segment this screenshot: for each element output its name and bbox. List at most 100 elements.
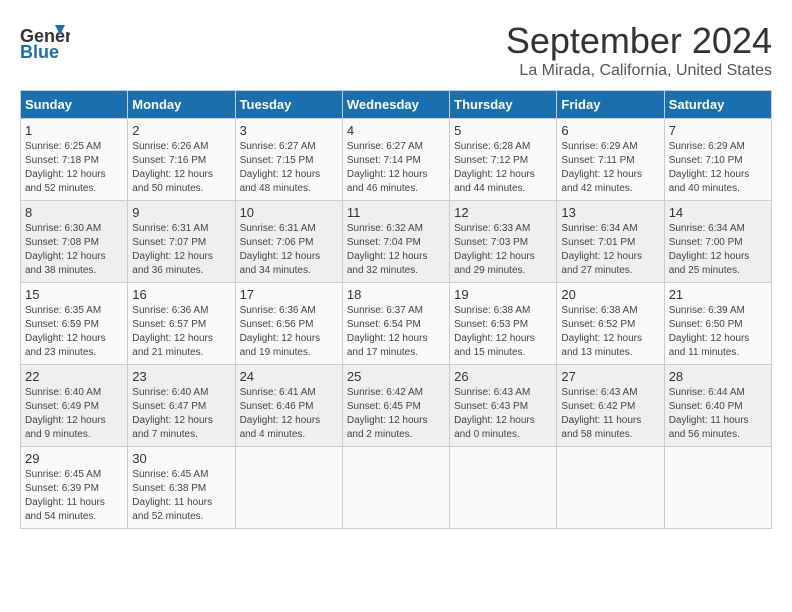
day-number: 4 (347, 123, 445, 138)
day-cell: 19 Sunrise: 6:38 AM Sunset: 6:53 PM Dayli… (450, 283, 557, 365)
day-info: Sunrise: 6:27 AM Sunset: 7:14 PM Dayligh… (347, 140, 445, 196)
day-number: 21 (669, 287, 767, 302)
day-number: 3 (240, 123, 338, 138)
day-number: 15 (25, 287, 123, 302)
day-info: Sunrise: 6:36 AM Sunset: 6:57 PM Dayligh… (132, 304, 230, 360)
day-number: 24 (240, 369, 338, 384)
day-info: Sunrise: 6:40 AM Sunset: 6:49 PM Dayligh… (25, 386, 123, 442)
day-info: Sunrise: 6:25 AM Sunset: 7:18 PM Dayligh… (25, 140, 123, 196)
day-info: Sunrise: 6:31 AM Sunset: 7:06 PM Dayligh… (240, 222, 338, 278)
day-cell: 3 Sunrise: 6:27 AM Sunset: 7:15 PM Daylig… (235, 119, 342, 201)
header-cell-thursday: Thursday (450, 91, 557, 119)
day-info: Sunrise: 6:34 AM Sunset: 7:01 PM Dayligh… (561, 222, 659, 278)
day-number: 7 (669, 123, 767, 138)
day-info: Sunrise: 6:43 AM Sunset: 6:42 PM Dayligh… (561, 386, 659, 442)
day-number: 25 (347, 369, 445, 384)
day-cell: 28 Sunrise: 6:44 AM Sunset: 6:40 PM Dayli… (664, 365, 771, 447)
day-info: Sunrise: 6:43 AM Sunset: 6:43 PM Dayligh… (454, 386, 552, 442)
day-info: Sunrise: 6:38 AM Sunset: 6:53 PM Dayligh… (454, 304, 552, 360)
day-cell: 11 Sunrise: 6:32 AM Sunset: 7:04 PM Dayli… (342, 201, 449, 283)
day-info: Sunrise: 6:44 AM Sunset: 6:40 PM Dayligh… (669, 386, 767, 442)
day-cell: 8 Sunrise: 6:30 AM Sunset: 7:08 PM Daylig… (21, 201, 128, 283)
day-number: 22 (25, 369, 123, 384)
day-number: 8 (25, 205, 123, 220)
day-number: 5 (454, 123, 552, 138)
day-number: 23 (132, 369, 230, 384)
calendar-body: 1 Sunrise: 6:25 AM Sunset: 7:18 PM Daylig… (21, 119, 772, 529)
day-cell: 5 Sunrise: 6:28 AM Sunset: 7:12 PM Daylig… (450, 119, 557, 201)
header-cell-saturday: Saturday (664, 91, 771, 119)
day-cell (450, 447, 557, 529)
day-number: 17 (240, 287, 338, 302)
day-cell: 9 Sunrise: 6:31 AM Sunset: 7:07 PM Daylig… (128, 201, 235, 283)
day-cell: 2Sunrise: 6:26 AM Sunset: 7:16 PM Daylig… (128, 119, 235, 201)
day-info: Sunrise: 6:32 AM Sunset: 7:04 PM Dayligh… (347, 222, 445, 278)
day-cell: 23Sunrise: 6:40 AM Sunset: 6:47 PM Dayli… (128, 365, 235, 447)
day-cell: 16 Sunrise: 6:36 AM Sunset: 6:57 PM Dayli… (128, 283, 235, 365)
calendar-header: SundayMondayTuesdayWednesdayThursdayFrid… (21, 91, 772, 119)
day-info: Sunrise: 6:45 AM Sunset: 6:38 PM Dayligh… (132, 468, 230, 524)
day-number: 13 (561, 205, 659, 220)
day-number: 11 (347, 205, 445, 220)
day-info: Sunrise: 6:33 AM Sunset: 7:03 PM Dayligh… (454, 222, 552, 278)
header-cell-sunday: Sunday (21, 91, 128, 119)
day-cell: 14 Sunrise: 6:34 AM Sunset: 7:00 PM Dayli… (664, 201, 771, 283)
day-cell: 24Sunrise: 6:41 AM Sunset: 6:46 PM Dayli… (235, 365, 342, 447)
day-cell: 6Sunrise: 6:29 AM Sunset: 7:11 PM Daylig… (557, 119, 664, 201)
day-number: 1 (25, 123, 123, 138)
day-info: Sunrise: 6:29 AM Sunset: 7:11 PM Dayligh… (561, 140, 659, 196)
day-number: 19 (454, 287, 552, 302)
day-cell: 15 Sunrise: 6:35 AM Sunset: 6:59 PM Dayli… (21, 283, 128, 365)
header-cell-friday: Friday (557, 91, 664, 119)
day-number: 12 (454, 205, 552, 220)
day-number: 18 (347, 287, 445, 302)
month-title: September 2024 (506, 20, 772, 62)
day-info: Sunrise: 6:29 AM Sunset: 7:10 PM Dayligh… (669, 140, 767, 196)
day-number: 14 (669, 205, 767, 220)
day-number: 9 (132, 205, 230, 220)
day-number: 28 (669, 369, 767, 384)
day-info: Sunrise: 6:30 AM Sunset: 7:08 PM Dayligh… (25, 222, 123, 278)
week-row-5: 29Sunrise: 6:45 AM Sunset: 6:39 PM Dayli… (21, 447, 772, 529)
day-cell: 26Sunrise: 6:43 AM Sunset: 6:43 PM Dayli… (450, 365, 557, 447)
day-cell: 17Sunrise: 6:36 AM Sunset: 6:56 PM Dayli… (235, 283, 342, 365)
day-cell: 21Sunrise: 6:39 AM Sunset: 6:50 PM Dayli… (664, 283, 771, 365)
week-row-3: 15 Sunrise: 6:35 AM Sunset: 6:59 PM Dayli… (21, 283, 772, 365)
day-cell: 10Sunrise: 6:31 AM Sunset: 7:06 PM Dayli… (235, 201, 342, 283)
day-number: 20 (561, 287, 659, 302)
header-row: SundayMondayTuesdayWednesdayThursdayFrid… (21, 91, 772, 119)
day-cell: 25 Sunrise: 6:42 AM Sunset: 6:45 PM Dayli… (342, 365, 449, 447)
logo: General Blue (20, 20, 70, 60)
header-cell-tuesday: Tuesday (235, 91, 342, 119)
day-info: Sunrise: 6:28 AM Sunset: 7:12 PM Dayligh… (454, 140, 552, 196)
day-cell: 18 Sunrise: 6:37 AM Sunset: 6:54 PM Dayli… (342, 283, 449, 365)
day-cell: 27 Sunrise: 6:43 AM Sunset: 6:42 PM Dayli… (557, 365, 664, 447)
day-info: Sunrise: 6:42 AM Sunset: 6:45 PM Dayligh… (347, 386, 445, 442)
day-info: Sunrise: 6:35 AM Sunset: 6:59 PM Dayligh… (25, 304, 123, 360)
week-row-4: 22 Sunrise: 6:40 AM Sunset: 6:49 PM Dayli… (21, 365, 772, 447)
day-info: Sunrise: 6:34 AM Sunset: 7:00 PM Dayligh… (669, 222, 767, 278)
logo-icon: General Blue (20, 20, 70, 60)
header-cell-wednesday: Wednesday (342, 91, 449, 119)
day-info: Sunrise: 6:37 AM Sunset: 6:54 PM Dayligh… (347, 304, 445, 360)
day-info: Sunrise: 6:45 AM Sunset: 6:39 PM Dayligh… (25, 468, 123, 524)
header-cell-monday: Monday (128, 91, 235, 119)
day-cell (664, 447, 771, 529)
day-info: Sunrise: 6:38 AM Sunset: 6:52 PM Dayligh… (561, 304, 659, 360)
title-area: September 2024 La Mirada, California, Un… (506, 20, 772, 80)
day-cell: 7 Sunrise: 6:29 AM Sunset: 7:10 PM Daylig… (664, 119, 771, 201)
day-number: 2 (132, 123, 230, 138)
day-number: 16 (132, 287, 230, 302)
location-title: La Mirada, California, United States (506, 62, 772, 80)
week-row-1: 1 Sunrise: 6:25 AM Sunset: 7:18 PM Daylig… (21, 119, 772, 201)
day-number: 27 (561, 369, 659, 384)
day-cell: 30 Sunrise: 6:45 AM Sunset: 6:38 PM Dayli… (128, 447, 235, 529)
day-info: Sunrise: 6:27 AM Sunset: 7:15 PM Dayligh… (240, 140, 338, 196)
day-cell (235, 447, 342, 529)
day-cell: 20 Sunrise: 6:38 AM Sunset: 6:52 PM Dayli… (557, 283, 664, 365)
svg-text:Blue: Blue (20, 42, 59, 60)
day-number: 30 (132, 451, 230, 466)
day-info: Sunrise: 6:31 AM Sunset: 7:07 PM Dayligh… (132, 222, 230, 278)
day-cell: 29Sunrise: 6:45 AM Sunset: 6:39 PM Dayli… (21, 447, 128, 529)
week-row-2: 8 Sunrise: 6:30 AM Sunset: 7:08 PM Daylig… (21, 201, 772, 283)
